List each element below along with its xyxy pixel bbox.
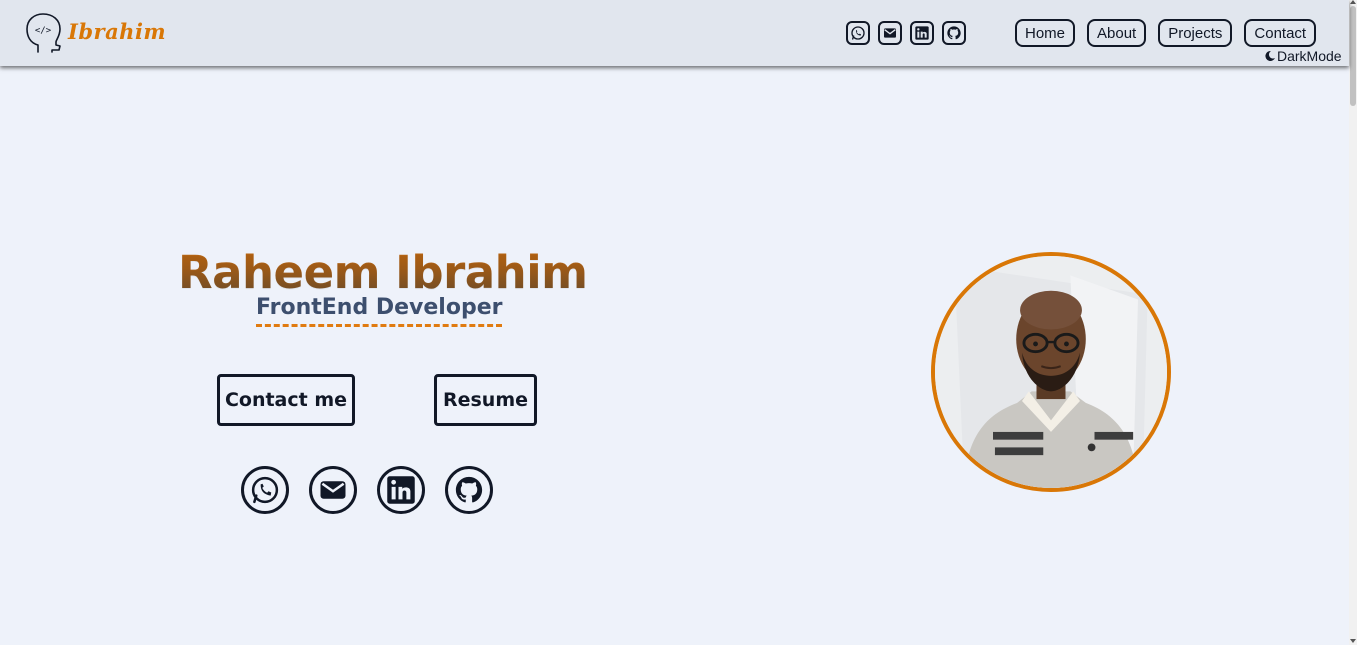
mail-icon	[884, 28, 896, 38]
profile-photo-illustration	[935, 256, 1167, 488]
site-header: </> Ibrahim Home About Projects Contact …	[0, 0, 1349, 66]
nav-projects[interactable]: Projects	[1158, 19, 1233, 47]
profile-photo	[931, 252, 1171, 492]
main-nav: Home About Projects Contact	[1015, 19, 1317, 47]
moon-icon	[1265, 50, 1275, 61]
scroll-down-arrow-icon[interactable]	[1350, 639, 1356, 643]
mail-icon	[320, 481, 346, 499]
header-mail-link[interactable]	[878, 21, 902, 45]
github-icon	[947, 26, 961, 40]
hero-social-links	[241, 466, 493, 514]
hero-role: FrontEnd Developer	[256, 295, 503, 327]
github-icon	[455, 476, 483, 503]
dark-mode-label: DarkMode	[1277, 48, 1342, 64]
whatsapp-icon	[251, 476, 279, 504]
header-github-link[interactable]	[942, 21, 966, 45]
linkedin-icon	[387, 476, 415, 504]
hero-name: Raheem Ibrahim	[178, 246, 588, 299]
resume-button[interactable]: Resume	[434, 374, 537, 426]
nav-home[interactable]: Home	[1015, 19, 1076, 47]
logo[interactable]: </> Ibrahim	[24, 12, 166, 54]
svg-text:</>: </>	[35, 26, 52, 36]
nav-contact[interactable]: Contact	[1244, 19, 1317, 47]
dark-mode-toggle[interactable]: DarkMode	[1264, 48, 1342, 64]
contact-me-button[interactable]: Contact me	[217, 374, 355, 426]
hero-github-link[interactable]	[445, 466, 493, 514]
nav-about[interactable]: About	[1087, 19, 1147, 47]
hero-whatsapp-link[interactable]	[241, 466, 289, 514]
hero-linkedin-link[interactable]	[377, 466, 425, 514]
header-whatsapp-link[interactable]	[846, 21, 870, 45]
scroll-up-arrow-icon[interactable]	[1350, 0, 1356, 4]
header-social-links	[846, 21, 966, 45]
header-linkedin-link[interactable]	[910, 21, 934, 45]
logo-text: Ibrahim	[68, 18, 167, 44]
page-scrollbar[interactable]	[1349, 0, 1357, 645]
linkedin-icon	[915, 26, 929, 40]
whatsapp-icon	[851, 26, 865, 40]
head-code-logo-icon: </>	[26, 13, 61, 53]
scrollbar-thumb[interactable]	[1350, 6, 1356, 106]
hero-mail-link[interactable]	[309, 466, 357, 514]
